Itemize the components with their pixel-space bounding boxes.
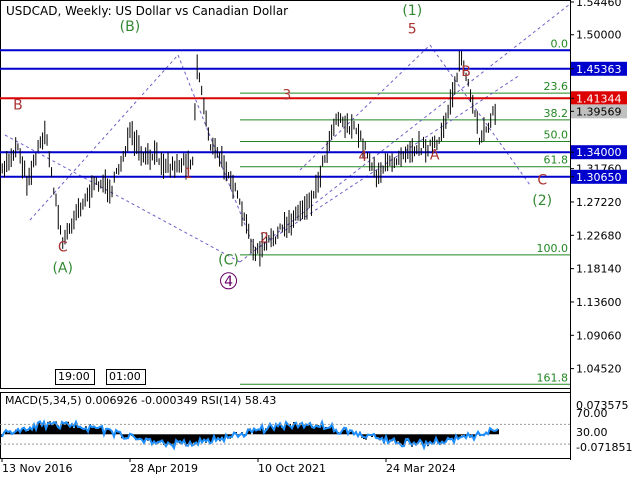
wave-label: (A) (52, 261, 73, 277)
price-tick-label: 1.18140 (576, 263, 622, 276)
wave-label: (C) (218, 253, 239, 269)
wave-label: B (461, 64, 471, 80)
wave-label: 4 (224, 274, 233, 290)
wave-label: 5 (408, 21, 417, 37)
time-tick-label: 24 Mar 2024 (386, 462, 456, 475)
price-tick-label: 1.27220 (576, 196, 622, 209)
sub-tick-label: 30.00 (576, 426, 608, 439)
time-button-2[interactable]: 01:00 (106, 369, 146, 385)
fib-label: 0.0 (551, 37, 569, 50)
wave-label: 2 (260, 230, 269, 246)
timeframe-label: Weekly (65, 4, 108, 18)
time-button-1[interactable]: 19:00 (55, 369, 95, 385)
time-tick-label: 28 Apr 2019 (130, 462, 198, 475)
fib-label: 100.0 (537, 242, 569, 255)
fib-label: 23.6 (544, 80, 569, 93)
wave-label: B (13, 98, 23, 114)
time-tick-label: 10 Oct 2021 (258, 462, 326, 475)
fib-label: 50.0 (544, 128, 569, 141)
price-tick-label: 1.45363 (576, 63, 622, 76)
wave-label: 1 (184, 166, 193, 182)
symbol-description: US Dollar vs Canadian Dollar (115, 4, 289, 18)
price-tick-label: 1.39569 (576, 105, 622, 118)
sub-tick-label: 70.00 (576, 407, 608, 420)
price-tick-label: 1.50000 (576, 29, 622, 42)
price-tick-label: 1.04520 (576, 363, 622, 376)
wave-label: A (430, 148, 440, 164)
symbol-label: USDCAD (6, 4, 58, 18)
price-tick-label: 1.09060 (576, 329, 622, 342)
wave-label: (1) (402, 3, 422, 19)
fib-label: 61.8 (544, 154, 569, 167)
chart-background (0, 0, 640, 480)
price-tick-label: 1.41344 (576, 92, 622, 105)
chart-canvas[interactable]: 0.0 23.6 38.2 50.0 61.8 100.0 161.8 B C (A) (B) 1 (… (0, 0, 640, 480)
wave-label: C (537, 173, 547, 189)
price-tick-label: 1.30650 (576, 171, 622, 184)
wave-label: 4 (359, 149, 368, 165)
wave-label: C (58, 239, 68, 255)
price-tick-label: 1.13600 (576, 296, 622, 309)
sub-title: MACD(5,34,5) 0.006926 -0.000349 RSI(14) … (5, 394, 276, 407)
fib-label: 38.2 (544, 107, 569, 120)
sub-tick-label: -0.071851 (576, 441, 632, 454)
fib-label: 161.8 (537, 371, 569, 384)
wave-label: (B) (120, 19, 141, 35)
time-tick-label: 13 Nov 2016 (2, 462, 72, 475)
wave-label: 3 (282, 87, 291, 103)
wave-label: (2) (532, 193, 552, 209)
price-tick-label: 1.34000 (576, 146, 622, 159)
chart-header: USDCAD, Weekly: US Dollar vs Canadian Do… (6, 4, 289, 18)
price-tick-label: 1.54460 (576, 0, 622, 9)
price-tick-label: 1.22680 (576, 229, 622, 242)
